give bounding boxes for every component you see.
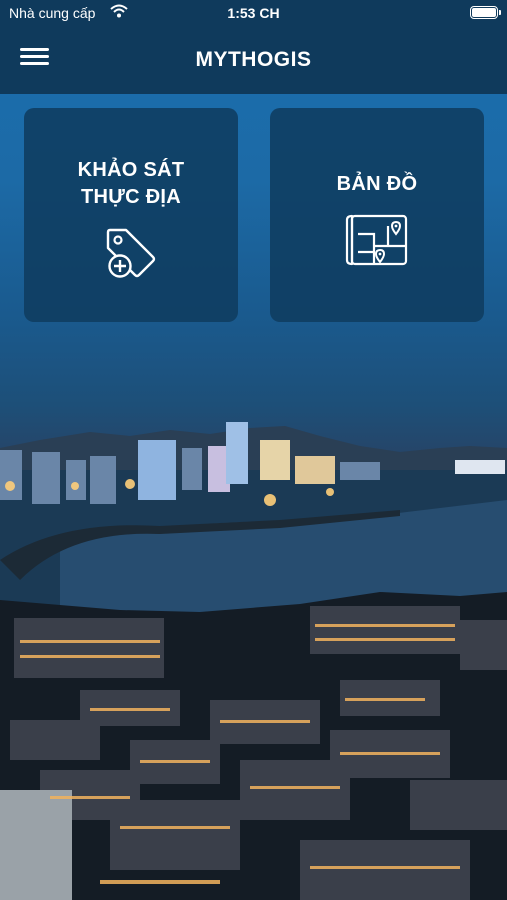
field-survey-title-line1: KHẢO SÁT bbox=[77, 159, 185, 181]
field-survey-title-line2: THỰC ĐỊA bbox=[80, 186, 182, 208]
clock-label: 1:53 CH bbox=[227, 5, 280, 21]
map-title: BẢN ĐỒ bbox=[336, 173, 418, 195]
app-title: MYTHOGIS bbox=[195, 48, 312, 71]
battery-icon bbox=[470, 6, 501, 19]
tag-add-icon bbox=[104, 226, 158, 285]
field-survey-tile[interactable]: KHẢO SÁT THỰC ĐỊA bbox=[24, 108, 238, 322]
status-bar: Nhà cung cấp 1:53 CH bbox=[0, 0, 507, 26]
map-tile[interactable]: BẢN ĐỒ bbox=[270, 108, 484, 322]
app-header: MYTHOGIS bbox=[0, 26, 507, 94]
field-survey-title: KHẢO SÁT THỰC ĐỊA bbox=[24, 157, 238, 211]
map-pin-icon bbox=[344, 212, 410, 273]
